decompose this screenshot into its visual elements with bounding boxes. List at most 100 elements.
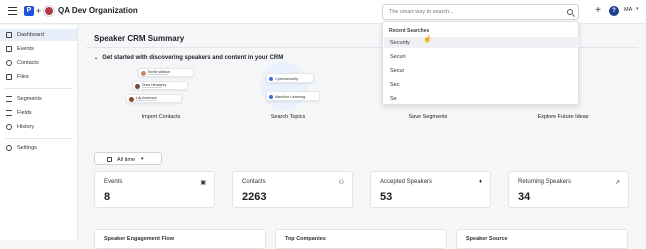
user-initials[interactable]: MA <box>624 7 632 13</box>
card-title: Speaker Engagement Flow <box>104 236 174 242</box>
contact-detail <box>136 100 156 101</box>
files-icon <box>6 74 12 80</box>
search-topics-link[interactable]: Search Topics <box>233 114 343 120</box>
search-input[interactable] <box>389 7 559 17</box>
microphone-icon: ♦ <box>478 179 482 185</box>
topic-chip: Machine Learning <box>266 91 320 101</box>
import-contacts-link[interactable]: Import Contacts <box>106 114 216 120</box>
settings-icon <box>6 145 12 151</box>
segments-icon <box>6 96 12 102</box>
stat-value: 34 <box>518 191 531 203</box>
getting-started-toggle[interactable]: ⌄ Get started with discovering speakers a… <box>94 55 283 61</box>
search-bar[interactable] <box>382 4 579 20</box>
recent-search-item[interactable]: Sec <box>384 79 579 90</box>
card-title: Top Companies <box>285 236 326 242</box>
sidebar-item-label: Segments <box>17 96 42 102</box>
people-icon: ⚇ <box>338 180 344 186</box>
page-title: Speaker CRM Summary <box>94 34 185 43</box>
speaker-source-card: Speaker Source <box>456 229 628 249</box>
search-topics-illustration: Cybersecurity Machine Learning <box>256 62 336 110</box>
help-icon[interactable]: ? <box>609 6 619 16</box>
dashboard-icon <box>6 32 12 38</box>
sidebar-item-segments[interactable]: Segments <box>0 93 77 105</box>
stat-card-accepted-speakers[interactable]: Accepted Speakers ♦ 53 <box>370 171 491 208</box>
contact-card: Lily Anderson <box>126 94 182 103</box>
time-filter-dropdown[interactable]: All time ▾ <box>94 152 162 165</box>
chevron-down-icon[interactable]: ⌄ <box>94 55 98 61</box>
recent-search-label: Se <box>390 95 397 102</box>
sidebar-item-label: Dashboard <box>17 32 44 38</box>
recent-search-label: Sec <box>390 81 400 88</box>
recent-searches-dropdown: Recent Searches Security Securi Secur Se… <box>382 21 579 105</box>
topics-bubble <box>260 62 308 110</box>
topic-icon <box>269 76 273 81</box>
trend-up-icon: ↗ <box>614 180 620 186</box>
stat-card-returning-speakers[interactable]: Returning Speakers ↗ 34 <box>508 171 629 208</box>
sidebar-item-files[interactable]: Files <box>0 71 77 83</box>
sidebar-item-dashboard[interactable]: Dashboard <box>0 29 77 41</box>
explore-future-ideas-link[interactable]: Explore Future Ideas <box>508 114 618 120</box>
topic-icon <box>269 94 273 99</box>
stat-label: Returning Speakers <box>518 179 572 185</box>
sidebar-item-label: Contacts <box>17 60 39 66</box>
chevron-down-icon[interactable]: ▾ <box>636 6 639 12</box>
search-icon[interactable] <box>567 9 573 15</box>
add-button[interactable]: + <box>592 5 604 17</box>
avatar <box>129 96 134 102</box>
stat-card-events[interactable]: Events ▣ 8 <box>94 171 215 208</box>
fields-icon <box>6 110 12 116</box>
recent-searches-header: Recent Searches <box>389 28 430 34</box>
pointer-cursor-icon: ☝ <box>423 36 432 43</box>
avatar <box>141 70 146 76</box>
time-filter-label: All time <box>117 156 136 163</box>
topic-label: Machine Learning <box>275 95 306 99</box>
recent-search-item[interactable]: Se <box>384 93 579 104</box>
sidebar-item-label: Files <box>17 74 29 80</box>
sidebar-divider <box>5 88 73 89</box>
sidebar-item-label: Settings <box>17 145 37 151</box>
menu-icon[interactable] <box>8 7 17 15</box>
card-title: Speaker Source <box>466 236 508 242</box>
import-contacts-illustration: Emilie Watson Drew Hendarey Lily Anderso… <box>118 62 218 110</box>
stat-value: 2263 <box>242 191 267 203</box>
contact-card: Emilie Watson <box>138 68 194 77</box>
sidebar-item-settings[interactable]: Settings <box>0 142 77 154</box>
sidebar-item-label: Events <box>17 46 34 52</box>
calendar-icon <box>6 46 12 52</box>
stat-card-contacts[interactable]: Contacts ⚇ 2263 <box>232 171 353 208</box>
org-avatar <box>44 6 54 16</box>
history-icon <box>6 124 12 130</box>
sidebar-item-contacts[interactable]: Contacts <box>0 57 77 69</box>
topic-label: Cybersecurity <box>275 77 299 81</box>
contacts-icon <box>6 60 12 66</box>
sidebar: Dashboard Events Contacts Files Segments… <box>0 25 78 240</box>
stat-label: Accepted Speakers <box>380 179 433 185</box>
stat-value: 53 <box>380 191 393 203</box>
org-name[interactable]: QA Dev Organization <box>58 6 138 15</box>
contact-detail <box>142 87 162 88</box>
recent-search-item[interactable]: Security <box>384 37 579 48</box>
stat-label: Events <box>104 179 123 185</box>
getting-started-label: Get started with discovering speakers an… <box>102 55 284 61</box>
stat-label: Contacts <box>242 179 266 185</box>
sidebar-item-fields[interactable]: Fields <box>0 107 77 119</box>
recent-search-label: Securi <box>390 53 406 60</box>
recent-search-item[interactable]: Securi <box>384 51 579 62</box>
topic-chip: Cybersecurity <box>266 73 314 83</box>
sidebar-item-label: Fields <box>17 110 32 116</box>
recent-search-label: Secur <box>390 67 405 74</box>
save-segments-link[interactable]: Save Segments <box>373 114 483 120</box>
recent-search-item[interactable]: Secur <box>384 65 579 76</box>
sidebar-item-label: History <box>17 124 35 130</box>
contact-card: Drew Hendarey <box>132 81 188 90</box>
speaker-engagement-card: Speaker Engagement Flow <box>94 229 266 249</box>
calendar-icon <box>107 157 112 162</box>
sidebar-item-events[interactable]: Events <box>0 43 77 55</box>
sidebar-item-history[interactable]: History <box>0 121 77 133</box>
plus-separator: + <box>36 6 42 16</box>
top-companies-card: Top Companies <box>275 229 447 249</box>
avatar <box>135 83 140 89</box>
chevron-down-icon: ▾ <box>141 156 144 162</box>
app-logo[interactable]: P <box>24 6 34 16</box>
recent-search-label: Security <box>390 39 410 46</box>
